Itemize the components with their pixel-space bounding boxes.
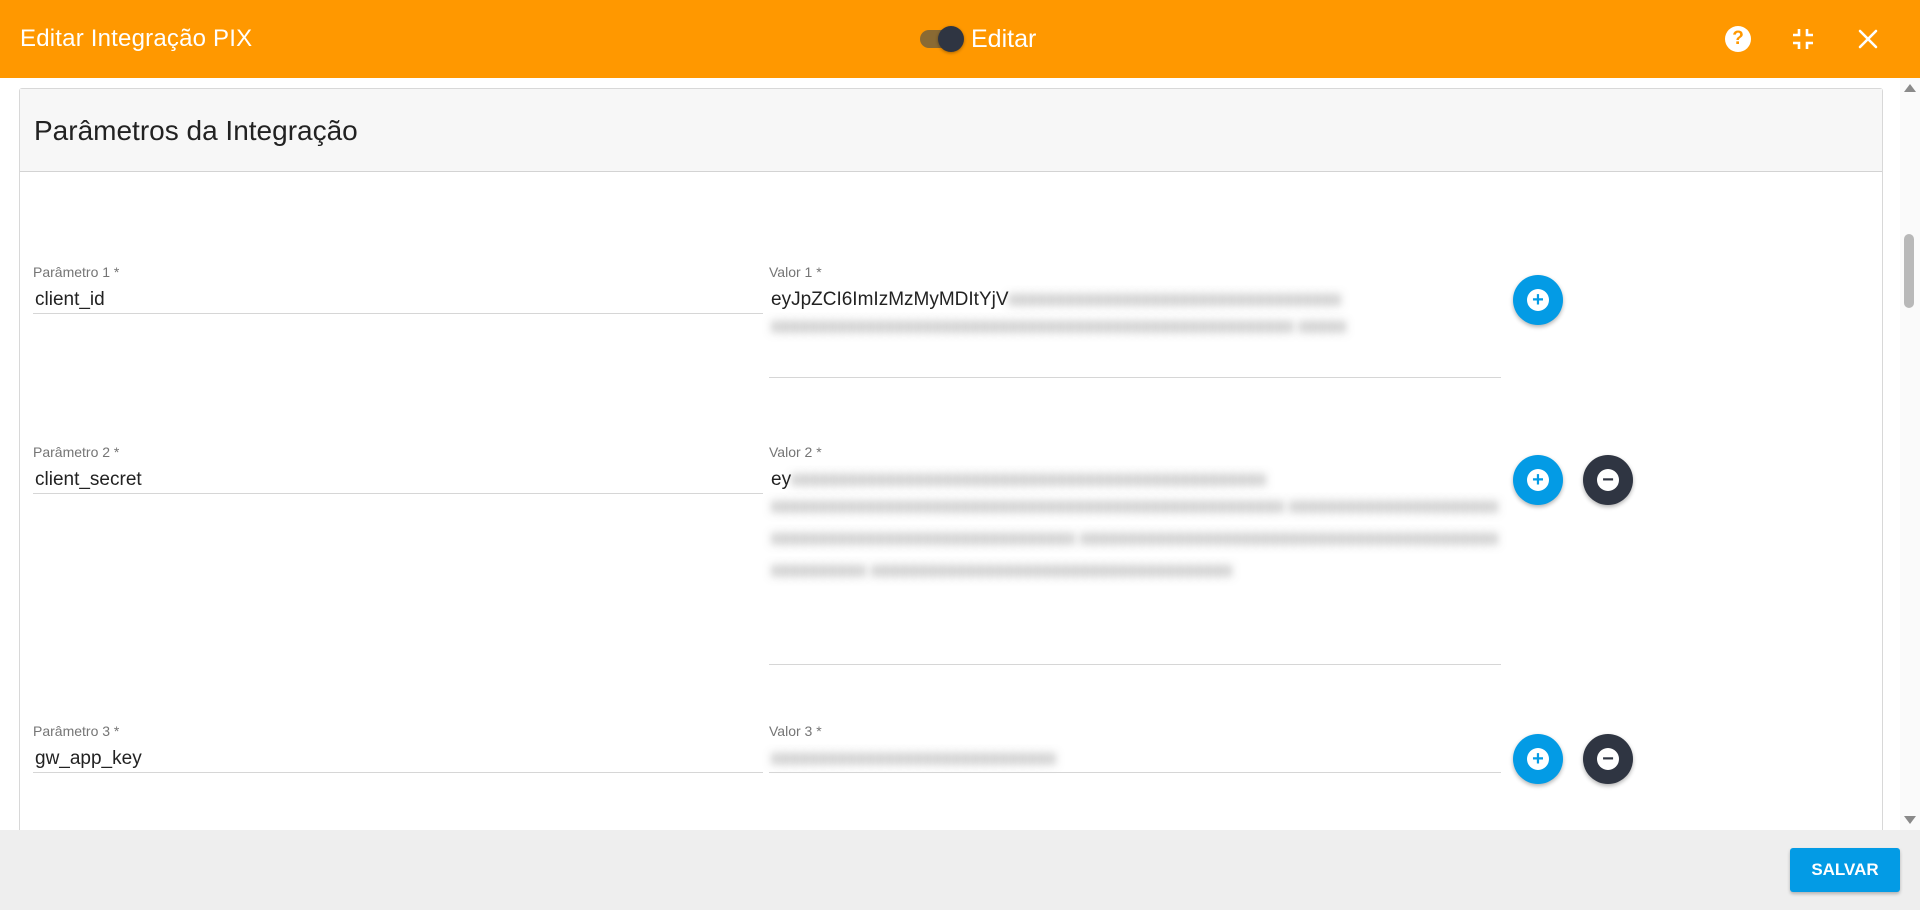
params-card: Parâmetros da Integração Parâmetro 1 * c…: [19, 88, 1883, 830]
vertical-scrollbar[interactable]: [1900, 78, 1920, 830]
value-3-underline: [769, 772, 1501, 773]
value-2-field[interactable]: Valor 2 * eyxxxxxxxxxxxxxxxxxxxxxxxxxxxx…: [769, 444, 1501, 665]
param-3-field[interactable]: Parâmetro 3 * gw_app_key: [33, 723, 763, 773]
dialog-content[interactable]: Parâmetros da Integração Parâmetro 1 * c…: [0, 78, 1920, 830]
value-2-redacted-lines: xxxxxxxxxxxxxxxxxxxxxxxxxxxxxxxxxxxxxxxx…: [771, 496, 1499, 581]
param-3-underline: [33, 772, 763, 773]
value-1-redacted-lines: xxxxxxxxxxxxxxxxxxxxxxxxxxxxxxxxxxxxxxxx…: [771, 316, 1347, 337]
param-1-label: Parâmetro 1 *: [33, 264, 120, 280]
add-param-button[interactable]: +: [1513, 734, 1563, 784]
dialog-footer: SALVAR: [0, 830, 1920, 910]
plus-icon: +: [1527, 748, 1549, 770]
compress-icon[interactable]: [1787, 23, 1819, 55]
value-1-label: Valor 1 *: [769, 264, 822, 280]
scroll-up-icon[interactable]: [1904, 84, 1916, 92]
param-3-input[interactable]: gw_app_key: [33, 748, 763, 770]
remove-param-button[interactable]: −: [1583, 455, 1633, 505]
toggle-label: Editar: [971, 24, 1037, 53]
param-2-input[interactable]: client_secret: [33, 469, 763, 491]
value-2-redacted: xxxxxxxxxxxxxxxxxxxxxxxxxxxxxxxxxxxxxxxx…: [791, 469, 1267, 490]
value-1-field[interactable]: Valor 1 * eyJpZCI6ImIzMzMyMDItYjVxxxxxxx…: [769, 264, 1501, 378]
section-title: Parâmetros da Integração: [34, 115, 358, 146]
param-2-field[interactable]: Parâmetro 2 * client_secret: [33, 444, 763, 494]
value-3-redacted: xxxxxxxxxxxxxxxxxxxxxxxxxxxxxx: [771, 748, 1056, 769]
add-param-button[interactable]: +: [1513, 275, 1563, 325]
value-2-input[interactable]: eyxxxxxxxxxxxxxxxxxxxxxxxxxxxxxxxxxxxxxx…: [769, 469, 1501, 491]
close-icon[interactable]: [1852, 23, 1884, 55]
value-2-visible-text: ey: [771, 469, 792, 490]
scroll-down-icon[interactable]: [1904, 816, 1916, 824]
edit-toggle[interactable]: Editar: [920, 23, 1036, 55]
param-2-label: Parâmetro 2 *: [33, 444, 120, 460]
dialog-header: Editar Integração PIX Editar ?: [0, 0, 1920, 78]
value-3-label: Valor 3 *: [769, 723, 822, 739]
param-1-underline: [33, 313, 763, 314]
value-1-redacted: xxxxxxxxxxxxxxxxxxxxxxxxxxxxxxxxxxx: [1008, 289, 1342, 310]
value-1-input[interactable]: eyJpZCI6ImIzMzMyMDItYjVxxxxxxxxxxxxxxxxx…: [769, 289, 1501, 311]
param-1-input[interactable]: client_id: [33, 289, 763, 311]
toggle-thumb[interactable]: [938, 26, 964, 52]
value-3-field[interactable]: Valor 3 * xxxxxxxxxxxxxxxxxxxxxxxxxxxxxx: [769, 723, 1501, 773]
value-3-input[interactable]: xxxxxxxxxxxxxxxxxxxxxxxxxxxxxx: [769, 748, 1501, 770]
value-1-underline: [769, 377, 1501, 378]
scrollbar-thumb[interactable]: [1904, 234, 1914, 308]
toggle-switch[interactable]: [920, 26, 964, 52]
plus-icon: +: [1527, 289, 1549, 311]
card-header: Parâmetros da Integração: [20, 89, 1882, 172]
param-3-label: Parâmetro 3 *: [33, 723, 120, 739]
dialog-title: Editar Integração PIX: [20, 25, 253, 52]
plus-icon: +: [1527, 469, 1549, 491]
value-2-underline: [769, 664, 1501, 665]
help-icon[interactable]: ?: [1722, 23, 1754, 55]
minus-icon: −: [1597, 469, 1619, 491]
value-1-visible-text: eyJpZCI6ImIzMzMyMDItYjV: [771, 289, 1009, 310]
minus-icon: −: [1597, 748, 1619, 770]
value-2-label: Valor 2 *: [769, 444, 822, 460]
param-1-field[interactable]: Parâmetro 1 * client_id: [33, 264, 763, 314]
remove-param-button[interactable]: −: [1583, 734, 1633, 784]
param-2-underline: [33, 493, 763, 494]
save-button[interactable]: SALVAR: [1790, 848, 1900, 892]
add-param-button[interactable]: +: [1513, 455, 1563, 505]
